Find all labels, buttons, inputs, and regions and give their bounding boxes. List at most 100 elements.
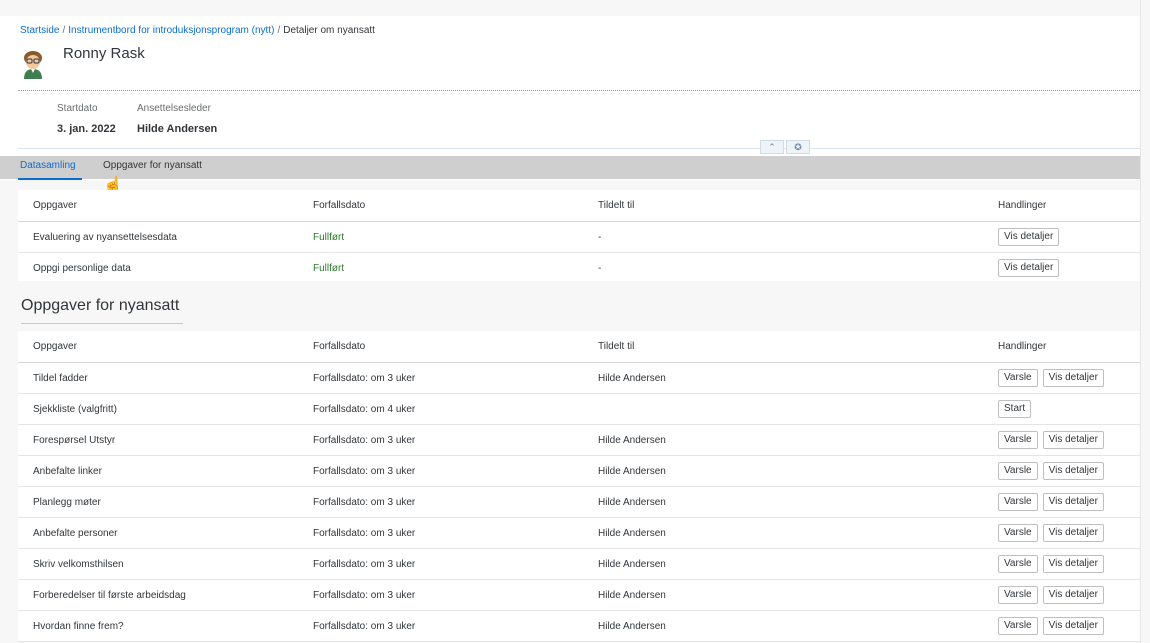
task-due: Forfallsdato: om 3 uker bbox=[313, 496, 416, 508]
chevron-up-icon[interactable]: ⌃ bbox=[760, 140, 784, 154]
task-assignee: - bbox=[598, 231, 602, 243]
task-due: Forfallsdato: om 3 uker bbox=[313, 620, 416, 632]
column-header-actions: Handlinger bbox=[998, 341, 1047, 352]
view-details-button[interactable]: Vis detaljer bbox=[1042, 493, 1104, 511]
view-details-button[interactable]: Vis detaljer bbox=[1042, 555, 1104, 573]
notify-button[interactable]: Varsle bbox=[998, 493, 1038, 511]
notify-button[interactable]: Varsle bbox=[998, 462, 1038, 480]
task-assignee: Hilde Andersen bbox=[598, 434, 666, 446]
task-name: Evaluering av nyansettelsesdata bbox=[33, 231, 177, 243]
task-actions: Varsle Vis detaljer bbox=[998, 456, 1109, 486]
pin-icon[interactable]: ✪ bbox=[786, 140, 810, 154]
column-header-tasks: Oppgaver bbox=[33, 341, 77, 352]
start-date-label: Startdato bbox=[57, 103, 98, 114]
task-actions: Varsle Vis detaljer bbox=[998, 549, 1109, 579]
column-header-actions: Handlinger bbox=[998, 200, 1047, 211]
table-row: Sjekkliste (valgfritt) Forfallsdato: om … bbox=[18, 394, 1146, 425]
notify-button[interactable]: Varsle bbox=[998, 369, 1038, 387]
task-name: Tildel fadder bbox=[33, 372, 88, 384]
top-spacer bbox=[0, 0, 1140, 16]
task-name: Hvordan finne frem? bbox=[33, 620, 124, 632]
task-name: Oppgi personlige data bbox=[33, 262, 131, 274]
table-row: Skriv velkomsthilsen Forfallsdato: om 3 … bbox=[18, 549, 1146, 580]
task-name: Sjekkliste (valgfritt) bbox=[33, 403, 117, 415]
column-header-assigned: Tildelt til bbox=[598, 200, 635, 211]
column-header-due: Forfallsdato bbox=[313, 200, 366, 211]
task-assignee: Hilde Andersen bbox=[598, 589, 666, 601]
notify-button[interactable]: Varsle bbox=[998, 555, 1038, 573]
breadcrumb-separator: / bbox=[62, 25, 66, 36]
table-row: Evaluering av nyansettelsesdata Fullført… bbox=[18, 222, 1146, 253]
task-name: Anbefalte linker bbox=[33, 465, 102, 477]
task-due: Forfallsdato: om 4 uker bbox=[313, 403, 416, 415]
view-details-button[interactable]: Vis detaljer bbox=[1042, 369, 1104, 387]
section-title-underline bbox=[21, 323, 183, 324]
column-header-tasks: Oppgaver bbox=[33, 200, 77, 211]
table-row: Anbefalte linker Forfallsdato: om 3 uker… bbox=[18, 456, 1146, 487]
column-header-due: Forfallsdato bbox=[313, 341, 366, 352]
tab-datasamling[interactable]: Datasamling bbox=[20, 160, 76, 171]
hiring-manager-label: Ansettelsesleder bbox=[137, 103, 211, 114]
task-name: Forespørsel Utstyr bbox=[33, 434, 116, 446]
attribute-hiring-manager: Ansettelsesleder Hilde Andersen bbox=[137, 103, 217, 135]
task-actions: Varsle Vis detaljer bbox=[998, 425, 1109, 455]
task-actions: Start bbox=[998, 394, 1036, 424]
hiring-manager-value: Hilde Andersen bbox=[137, 123, 218, 135]
breadcrumb: Startside / Instrumentbord for introduksjo… bbox=[20, 25, 375, 36]
task-due: Forfallsdato: om 3 uker bbox=[313, 465, 416, 477]
task-actions: Varsle Vis detaljer bbox=[998, 611, 1109, 641]
start-button[interactable]: Start bbox=[998, 400, 1032, 418]
header-bottom-border bbox=[18, 148, 1140, 149]
breadcrumb-dashboard-link[interactable]: Instrumentbord for introduksjonsprogram … bbox=[68, 25, 274, 36]
table-row: Tildel fadder Forfallsdato: om 3 uker Hi… bbox=[18, 363, 1146, 394]
avatar bbox=[24, 51, 42, 79]
view-details-button[interactable]: Vis detaljer bbox=[998, 228, 1060, 246]
notify-button[interactable]: Varsle bbox=[998, 586, 1038, 604]
view-details-button[interactable]: Vis detaljer bbox=[1042, 524, 1104, 542]
table-row: Forberedelser til første arbeidsdag Forf… bbox=[18, 580, 1146, 611]
task-due: Forfallsdato: om 3 uker bbox=[313, 527, 416, 539]
task-assignee: Hilde Andersen bbox=[598, 620, 666, 632]
view-details-button[interactable]: Vis detaljer bbox=[1042, 431, 1104, 449]
view-details-button[interactable]: Vis detaljer bbox=[1042, 586, 1104, 604]
task-assignee: Hilde Andersen bbox=[598, 558, 666, 570]
breadcrumb-home-link[interactable]: Startside bbox=[20, 25, 59, 36]
table-row: Planlegg møter Forfallsdato: om 3 uker H… bbox=[18, 487, 1146, 518]
task-assignee: Hilde Andersen bbox=[598, 465, 666, 477]
breadcrumb-separator: / bbox=[277, 25, 281, 36]
notify-button[interactable]: Varsle bbox=[998, 617, 1038, 635]
table-row: Anbefalte personer Forfallsdato: om 3 uk… bbox=[18, 518, 1146, 549]
column-header-assigned: Tildelt til bbox=[598, 341, 635, 352]
task-actions: Varsle Vis detaljer bbox=[998, 487, 1109, 517]
breadcrumb-current: Detaljer om nyansatt bbox=[283, 25, 375, 36]
notify-button[interactable]: Varsle bbox=[998, 431, 1038, 449]
task-due: Forfallsdato: om 3 uker bbox=[313, 372, 416, 384]
table-header-row: Oppgaver Forfallsdato Tildelt til Handli… bbox=[18, 190, 1146, 222]
task-assignee: - bbox=[598, 262, 602, 274]
task-assignee: Hilde Andersen bbox=[598, 496, 666, 508]
task-name: Planlegg møter bbox=[33, 496, 101, 508]
task-status: Fullført bbox=[313, 262, 345, 274]
task-assignee: Hilde Andersen bbox=[598, 372, 666, 384]
task-assignee: Hilde Andersen bbox=[598, 527, 666, 539]
data-collection-table: Oppgaver Forfallsdato Tildelt til Handli… bbox=[18, 190, 1146, 284]
task-due: Forfallsdato: om 3 uker bbox=[313, 434, 416, 446]
task-actions: Varsle Vis detaljer bbox=[998, 580, 1109, 610]
header-attributes: Startdato 3. jan. 2022 Ansettelsesleder … bbox=[0, 91, 1140, 151]
task-due: Forfallsdato: om 3 uker bbox=[313, 558, 416, 570]
view-details-button[interactable]: Vis detaljer bbox=[998, 259, 1060, 277]
task-due: Forfallsdato: om 3 uker bbox=[313, 589, 416, 601]
object-header: Startside / Instrumentbord for introduksjo… bbox=[0, 16, 1140, 91]
view-details-button[interactable]: Vis detaljer bbox=[1042, 462, 1104, 480]
table-row: Oppgi personlige data Fullført - Vis det… bbox=[18, 253, 1146, 284]
attribute-start-date: Startdato 3. jan. 2022 bbox=[57, 103, 116, 135]
view-details-button[interactable]: Vis detaljer bbox=[1042, 617, 1104, 635]
new-hire-tasks-table: Oppgaver Forfallsdato Tildelt til Handli… bbox=[18, 331, 1146, 642]
notify-button[interactable]: Varsle bbox=[998, 524, 1038, 542]
tab-oppgaver-for-nyansatt[interactable]: Oppgaver for nyansatt bbox=[103, 160, 202, 171]
task-actions: Vis detaljer bbox=[998, 253, 1064, 283]
task-name: Anbefalte personer bbox=[33, 527, 118, 539]
section-title: Oppgaver for nyansatt bbox=[21, 297, 180, 314]
active-tab-indicator bbox=[18, 178, 82, 180]
table-header-row: Oppgaver Forfallsdato Tildelt til Handli… bbox=[18, 331, 1146, 363]
